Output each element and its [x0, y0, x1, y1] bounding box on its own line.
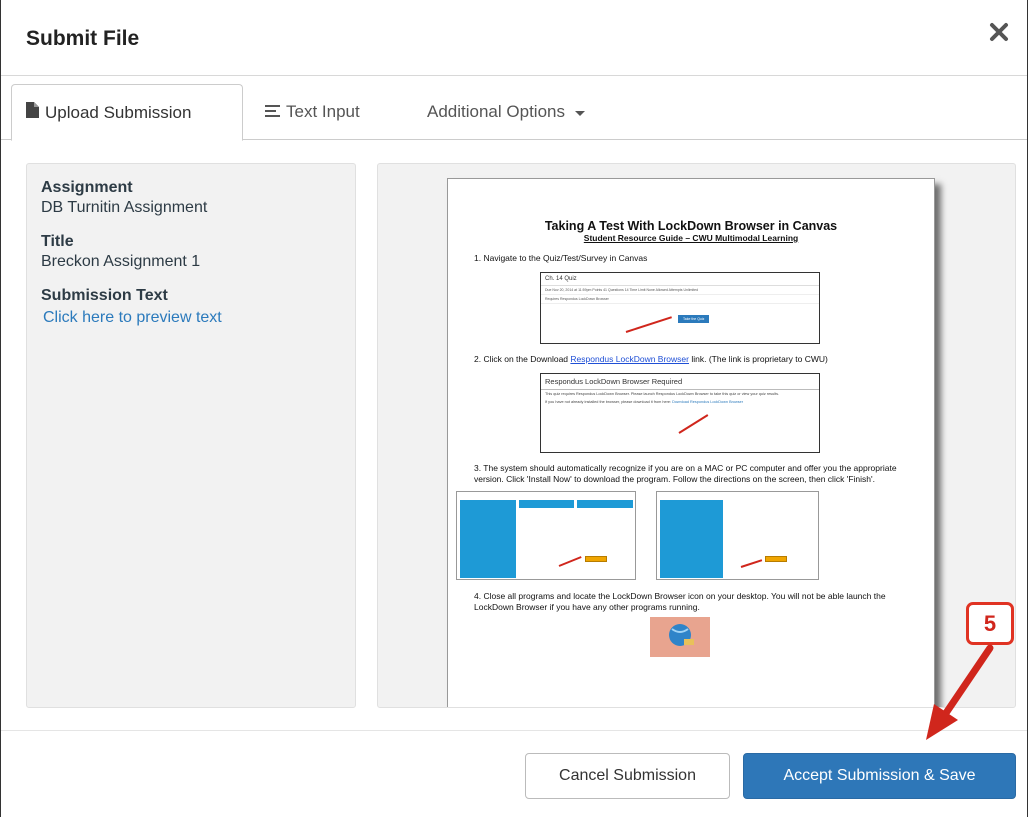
- rld-title: Respondus LockDown Browser Required: [541, 374, 819, 391]
- finish-button: [765, 556, 787, 563]
- document-step-1: 1. Navigate to the Quiz/Test/Survey in C…: [474, 253, 648, 263]
- document-preview-panel[interactable]: Taking A Test With LockDown Browser in C…: [377, 163, 1016, 708]
- rld-text-2: If you have not already installed the br…: [545, 400, 743, 405]
- file-icon: [26, 102, 39, 123]
- submission-tabs: Upload Submission Text Input Additional …: [1, 84, 1027, 141]
- align-left-icon: [265, 102, 280, 122]
- caret-down-icon: [574, 110, 585, 116]
- close-icon[interactable]: [987, 20, 1011, 44]
- install-now-button: [585, 556, 607, 563]
- tab-label: Text Input: [286, 102, 360, 121]
- annotation-arrow: [558, 556, 582, 568]
- title-value: Breckon Assignment 1: [41, 253, 201, 270]
- rld-download-link: Download Respondus LockDown Browser: [672, 400, 743, 405]
- cancel-submission-button[interactable]: Cancel Submission: [525, 753, 730, 799]
- document-page: Taking A Test With LockDown Browser in C…: [447, 178, 935, 707]
- document-step-4: 4. Close all programs and locate the Loc…: [474, 591, 886, 613]
- desktop-icon-screenshot: [470, 613, 912, 658]
- dialog-footer: Cancel Submission Accept Submission & Sa…: [1, 730, 1027, 817]
- take-quiz-button: Take the Quiz: [678, 315, 710, 324]
- title-label: Title: [41, 233, 74, 250]
- document-step-2: 2. Click on the Download Respondus LockD…: [474, 354, 828, 365]
- installer-mac: [456, 491, 636, 581]
- step-callout-badge: 5: [966, 602, 1014, 645]
- annotation-arrow: [740, 559, 763, 569]
- dialog-header: Submit File: [1, 0, 1027, 76]
- assignment-value: DB Turnitin Assignment: [41, 199, 208, 216]
- quiz-requirement: Requires Respondus LockDown Browser: [541, 295, 819, 305]
- dialog-title: Submit File: [26, 27, 140, 50]
- rld-text-1: This quiz requires Respondus LockDown Br…: [545, 392, 780, 397]
- annotation-arrow: [678, 414, 709, 434]
- preview-text-link[interactable]: Click here to preview text: [43, 309, 222, 327]
- submission-details-panel: Assignment DB Turnitin Assignment Title …: [26, 163, 356, 708]
- annotation-arrow: [625, 316, 672, 333]
- tab-label: Additional Options: [427, 102, 565, 121]
- submission-text-label: Submission Text: [41, 287, 168, 304]
- respondus-link: Respondus LockDown Browser: [570, 354, 689, 365]
- document-step-3: 3. The system should automatically recog…: [474, 463, 897, 485]
- document-subtitle: Student Resource Guide – CWU Multimodal …: [583, 233, 799, 243]
- assignment-label: Assignment: [41, 179, 133, 196]
- respondus-required-screenshot: Respondus LockDown Browser Required This…: [540, 373, 820, 454]
- quiz-header: Ch. 14 Quiz: [541, 273, 819, 287]
- document-title: Taking A Test With LockDown Browser in C…: [544, 219, 838, 233]
- tab-upload-submission[interactable]: Upload Submission: [11, 84, 243, 141]
- lockdown-browser-icon: [650, 617, 710, 658]
- submit-file-dialog: Submit File Upload Submission Text Input…: [0, 0, 1028, 817]
- quiz-details: Due Nov 20, 2014 at 11:59pm Points 41 Qu…: [541, 286, 819, 296]
- installer-pc: [656, 491, 819, 581]
- tab-label: Upload Submission: [45, 102, 192, 122]
- tab-additional-options[interactable]: Additional Options: [413, 84, 599, 140]
- installer-screenshots: [456, 491, 912, 581]
- accept-submission-save-button[interactable]: Accept Submission & Save: [743, 753, 1016, 799]
- tab-text-input[interactable]: Text Input: [251, 84, 374, 140]
- quiz-screenshot: Ch. 14 Quiz Due Nov 20, 2014 at 11:59pm …: [540, 272, 820, 345]
